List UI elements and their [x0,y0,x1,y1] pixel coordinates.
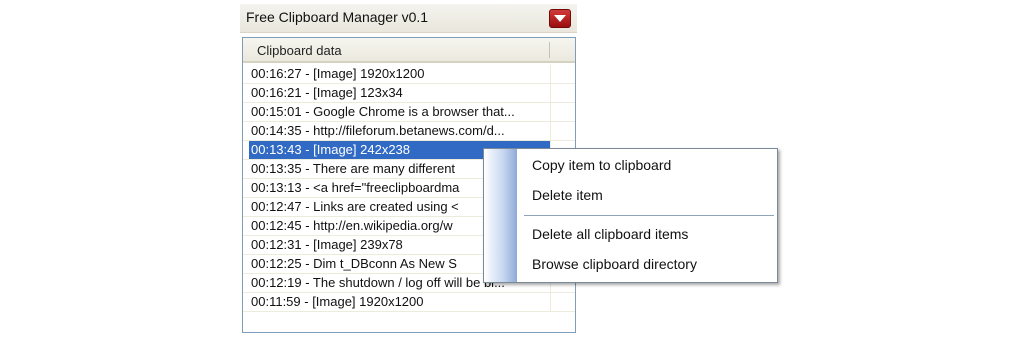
list-item[interactable]: 00:16:27 - [Image] 1920x1200 [243,65,575,84]
list-item-text: 00:16:27 - [Image] 1920x1200 [251,66,425,81]
menu-item-browse-directory[interactable]: Browse clipboard directory [532,256,697,272]
menu-item-copy-to-clipboard[interactable]: Copy item to clipboard [532,157,671,173]
menu-item-delete-item[interactable]: Delete item [532,187,603,203]
menu-button[interactable] [549,9,571,28]
title-bar[interactable]: Free Clipboard Manager v0.1 [240,4,577,33]
list-item-text: 00:11:59 - [Image] 1920x1200 [251,294,424,309]
list-item[interactable]: 00:11:59 - [Image] 1920x1200 [243,293,575,312]
menu-item-delete-all[interactable]: Delete all clipboard items [532,226,688,242]
list-item[interactable]: 00:14:35 - http://fileforum.betanews.com… [243,122,575,141]
app-window: Free Clipboard Manager v0.1 Clipboard da… [0,0,1024,340]
list-item[interactable]: 00:15:01 - Google Chrome is a browser th… [243,103,575,122]
context-menu: Copy item to clipboard Delete item Delet… [483,148,778,283]
column-header-filler [550,38,575,63]
column-header-label: Clipboard data [257,43,342,58]
chevron-down-icon [554,15,566,22]
list-item-text: 00:16:21 - [Image] 123x34 [251,85,403,100]
window-title: Free Clipboard Manager v0.1 [246,9,429,25]
list-item[interactable]: 00:16:21 - [Image] 123x34 [243,84,575,103]
list-item-text: 00:15:01 - Google Chrome is a browser th… [251,104,515,119]
context-menu-icon-stripe [484,149,517,282]
menu-divider [524,215,774,216]
list-item-text: 00:14:35 - http://fileforum.betanews.com… [251,123,505,138]
column-header-clipboard-data[interactable]: Clipboard data [243,38,550,63]
